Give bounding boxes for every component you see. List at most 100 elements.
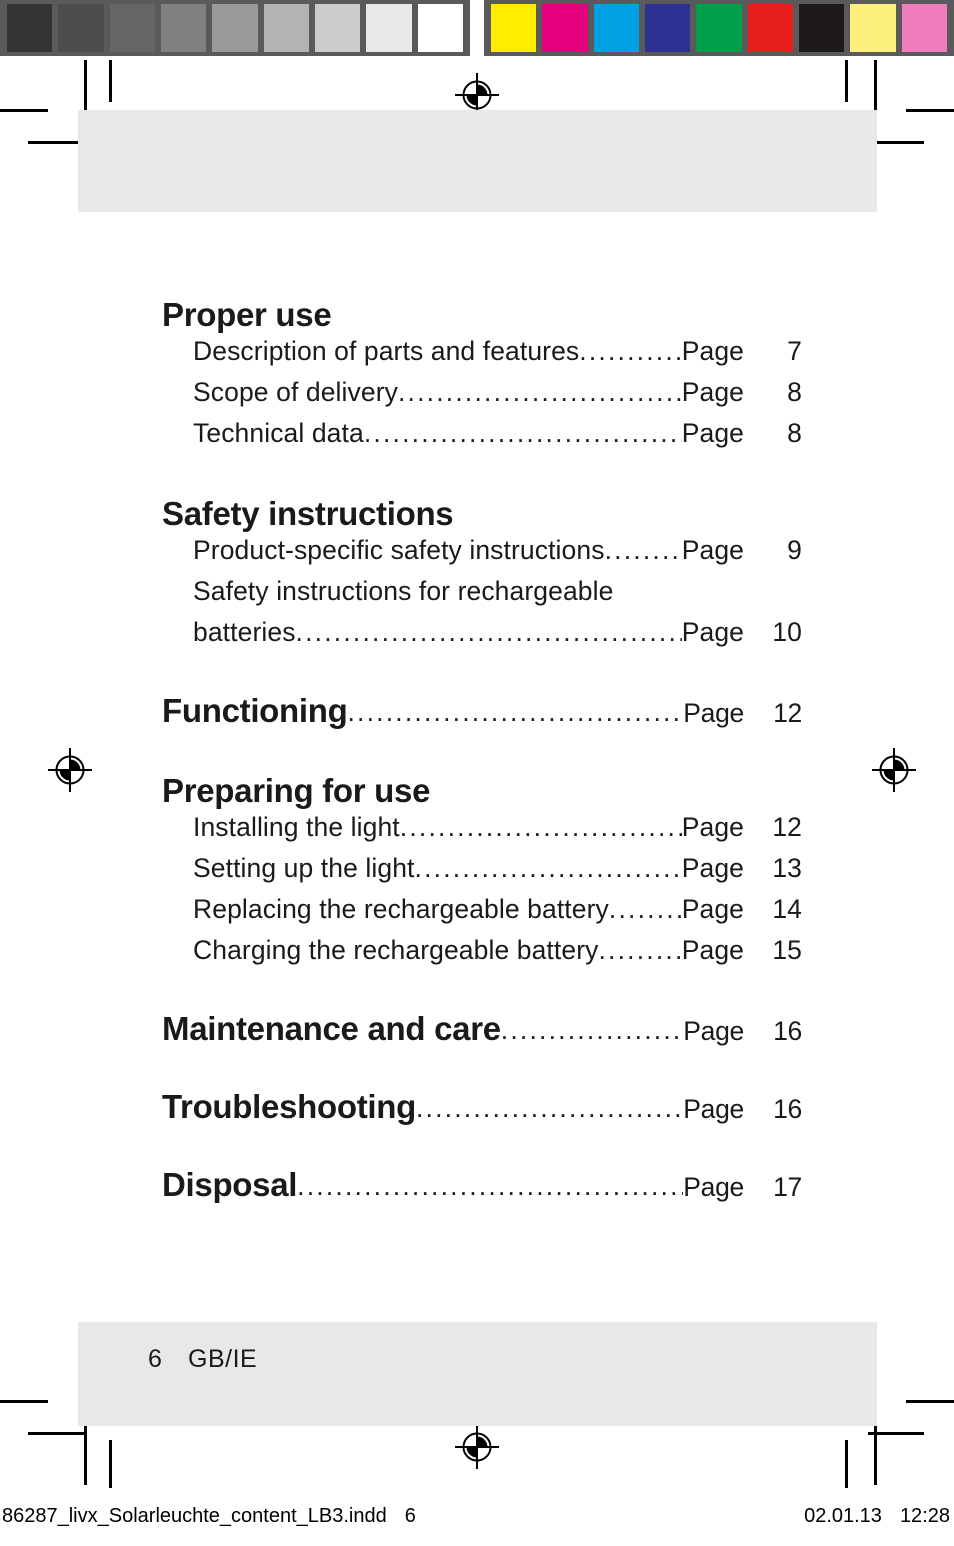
toc-entry[interactable]: Technical data..........................…	[193, 420, 802, 461]
leader-dots: ........................................…	[397, 378, 682, 406]
production-sheet: 6	[404, 1505, 416, 1527]
toc-page-word: Page	[681, 376, 744, 407]
crop-mark-top-left-vert	[84, 60, 87, 115]
toc-entry[interactable]: Description of parts and features.......…	[193, 338, 802, 379]
grayscale-swatch	[417, 4, 463, 52]
toc-entry[interactable]: Replacing the rechargeable battery......…	[193, 896, 802, 937]
toc-page-word: Page	[681, 893, 744, 924]
toc-heading-entry[interactable]: Troubleshooting.........................…	[162, 1090, 802, 1134]
footer-page-number: 6	[148, 1345, 163, 1373]
toc-group-title[interactable]: Preparing for use	[162, 772, 802, 811]
registration-mark-left	[48, 748, 92, 792]
toc-entry[interactable]: Product-specific safety instructions....…	[193, 537, 802, 578]
toc-heading-label: Disposal	[162, 1165, 298, 1203]
toc-page-number: 8	[787, 376, 802, 407]
toc-section: Preparing for use Installing the light...…	[162, 772, 802, 978]
crop-mark-bottom-right-vert	[874, 1425, 877, 1485]
toc-heading-label: Maintenance and care	[162, 1009, 501, 1047]
toc-entry-label: Technical data	[193, 417, 364, 448]
toc-entry-label: Replacing the rechargeable battery	[193, 893, 609, 924]
crop-mark-bottom-left-vert	[84, 1425, 87, 1485]
crop-mark-top-right-outer	[906, 109, 954, 112]
toc-page-number: 8	[787, 417, 802, 448]
production-date: 02.01.13	[804, 1505, 882, 1527]
toc-entry-label: batteries	[193, 616, 296, 647]
production-slug-right: 02.01.13 12:28	[804, 1505, 950, 1528]
toc-page-number: 10	[772, 616, 802, 647]
toc-entry[interactable]: Setting up the light....................…	[193, 855, 802, 896]
color-swatch	[850, 4, 896, 52]
grayscale-swatch	[314, 4, 361, 52]
toc-entry: Safety instructions for rechargeable....…	[193, 578, 802, 619]
toc-entry[interactable]: Scope of delivery.......................…	[193, 379, 802, 420]
toc-page-number: 17	[773, 1171, 802, 1202]
crop-mark-top-left-vert-2	[109, 60, 112, 102]
toc-heading-entry[interactable]: Maintenance and care....................…	[162, 1012, 802, 1056]
leader-dots: ........................................…	[608, 895, 682, 923]
toc-page-number: 16	[773, 1015, 802, 1046]
toc-group-title[interactable]: Safety instructions	[162, 495, 802, 534]
grayscale-swatch	[58, 4, 104, 52]
leader-dots: ........................................…	[295, 618, 682, 646]
color-swatch	[798, 4, 845, 52]
footer-band	[78, 1322, 877, 1426]
color-swatch	[593, 4, 639, 52]
color-swatch	[491, 4, 537, 52]
toc-page-word: Page	[681, 934, 744, 965]
crop-mark-top-right-vert	[874, 60, 877, 115]
toc-entry[interactable]: Charging the rechargeable battery.......…	[193, 937, 802, 978]
leader-dots: ........................................…	[598, 936, 682, 964]
grayscale-calibration-bar	[0, 0, 470, 56]
production-time: 12:28	[899, 1505, 950, 1527]
crop-mark-bottom-right-outer	[906, 1400, 954, 1403]
toc-page-word: Page	[681, 417, 744, 448]
toc-entry-label: Safety instructions for rechargeable	[193, 575, 614, 606]
crop-mark-bottom-right-vert-2	[845, 1440, 848, 1488]
leader-dots: ........................................…	[579, 337, 681, 365]
leader-dots: ........................................…	[347, 698, 683, 726]
toc-page-number: 7	[787, 335, 802, 366]
toc-group-title[interactable]: Proper use	[162, 296, 802, 335]
color-swatch	[542, 4, 588, 52]
color-swatch	[747, 4, 793, 52]
toc-page-word: Page	[681, 811, 744, 842]
toc-page-word: Page	[683, 1171, 744, 1202]
crop-mark-bottom-left-inner	[28, 1432, 84, 1435]
table-of-contents: Proper use Description of parts and featu…	[162, 296, 802, 1212]
toc-heading-entry[interactable]: Functioning.............................…	[162, 694, 802, 738]
registration-mark-right	[872, 748, 916, 792]
toc-page-word: Page	[681, 852, 744, 883]
toc-page-number: 14	[772, 893, 802, 924]
toc-page-number: 12	[772, 811, 802, 842]
toc-heading-entry[interactable]: Disposal................................…	[162, 1168, 802, 1212]
color-swatch	[696, 4, 742, 52]
grayscale-swatch	[160, 4, 207, 52]
toc-heading-label: Functioning	[162, 691, 348, 729]
toc-heading-label: Troubleshooting	[162, 1087, 416, 1125]
registration-mark-bottom	[455, 1425, 499, 1469]
toc-entry-label: Scope of delivery	[193, 376, 398, 407]
grayscale-swatch	[263, 4, 309, 52]
toc-entry-label: Setting up the light	[193, 852, 415, 883]
grayscale-swatch	[212, 4, 258, 52]
toc-page-word: Page	[683, 1093, 744, 1124]
toc-page-number: 15	[772, 934, 802, 965]
grayscale-swatch	[109, 4, 155, 52]
header-band	[78, 110, 877, 212]
toc-page-number: 16	[773, 1093, 802, 1124]
production-filename: 86287_livx_Solarleuchte_content_LB3.indd	[2, 1505, 387, 1527]
toc-entry[interactable]: batteries...............................…	[193, 619, 802, 660]
crop-mark-bottom-left-outer	[0, 1400, 48, 1403]
color-swatch	[644, 4, 691, 52]
toc-entry[interactable]: Installing the light....................…	[193, 814, 802, 855]
toc-page-word: Page	[681, 335, 744, 366]
crop-mark-top-right-vert-2	[845, 60, 848, 102]
leader-dots: ........................................…	[363, 419, 682, 447]
leader-dots: ........................................…	[415, 1094, 684, 1122]
